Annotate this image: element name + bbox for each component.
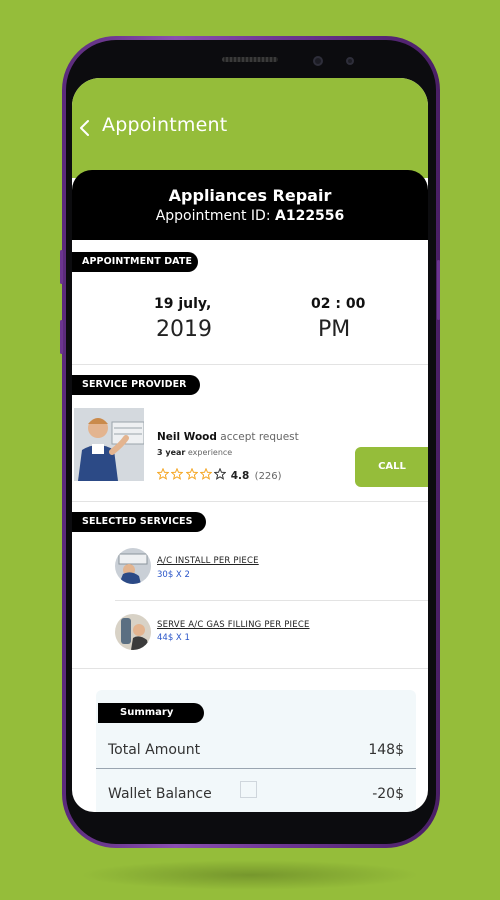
service-thumbnail bbox=[115, 548, 151, 584]
app-bar: Appointment bbox=[72, 78, 428, 178]
rating-value: 4.8 bbox=[230, 470, 250, 482]
experience-value: 3 year bbox=[157, 448, 186, 457]
star-filled-icon bbox=[157, 468, 169, 480]
provider-status: accept request bbox=[220, 431, 299, 443]
service-name: A/C INSTALL PER PIECE bbox=[157, 556, 259, 566]
provider-name-line: Neil Wood accept request bbox=[157, 431, 299, 443]
selected-services-label: SELECTED SERVICES bbox=[72, 512, 206, 532]
earpiece-speaker bbox=[222, 57, 278, 62]
wallet-balance-value: -20$ bbox=[372, 786, 404, 802]
bixby-button bbox=[60, 320, 63, 354]
appointment-id-value: A122556 bbox=[275, 208, 345, 224]
service-price: 44$ X 1 bbox=[157, 633, 190, 643]
star-filled-icon bbox=[185, 468, 198, 480]
appointment-header: Appliances Repair Appointment ID: A12255… bbox=[72, 170, 428, 240]
provider-rating: 4.8 (226) bbox=[157, 468, 282, 482]
service-name: SERVE A/C GAS FILLING PER PIECE bbox=[157, 620, 310, 630]
appointment-date-label: APPOINTMENT DATE bbox=[72, 252, 198, 272]
sensor bbox=[346, 57, 354, 65]
app-screen: Appointment Appliances Repair Appointmen… bbox=[72, 78, 428, 812]
provider-experience: 3 year experience bbox=[157, 448, 232, 457]
call-button[interactable]: CALL bbox=[355, 447, 428, 487]
power-button bbox=[437, 260, 440, 320]
divider bbox=[72, 364, 428, 365]
wallet-balance-label: Wallet Balance bbox=[108, 786, 212, 802]
star-filled-icon bbox=[171, 468, 184, 480]
appointment-id: Appointment ID: A122556 bbox=[72, 208, 428, 224]
appointment-id-label: Appointment ID: bbox=[155, 208, 271, 224]
review-count: (226) bbox=[254, 471, 282, 482]
total-amount-value: 148$ bbox=[368, 742, 404, 758]
service-thumbnail bbox=[115, 614, 151, 650]
time-period: PM bbox=[318, 317, 351, 342]
summary-label: Summary bbox=[98, 703, 204, 723]
page-title: Appointment bbox=[102, 114, 228, 136]
provider-name: Neil Wood bbox=[157, 431, 217, 443]
divider bbox=[72, 501, 428, 502]
total-amount-label: Total Amount bbox=[108, 742, 201, 758]
chevron-left-icon[interactable] bbox=[78, 117, 92, 139]
time-value: 02 : 00 bbox=[311, 296, 366, 312]
service-title: Appliances Repair bbox=[168, 186, 332, 205]
date-year: 2019 bbox=[156, 317, 212, 342]
service-provider-label: SERVICE PROVIDER bbox=[72, 375, 200, 395]
volume-button bbox=[60, 250, 63, 284]
service-price: 30$ X 2 bbox=[157, 570, 190, 580]
front-camera bbox=[313, 56, 323, 66]
wallet-checkbox[interactable] bbox=[240, 781, 257, 798]
phone-shadow bbox=[80, 860, 420, 890]
date-day: 19 july, bbox=[154, 296, 212, 312]
divider bbox=[72, 668, 428, 669]
star-empty-icon bbox=[214, 468, 227, 480]
divider bbox=[115, 600, 428, 601]
experience-label: experience bbox=[187, 448, 233, 457]
provider-avatar bbox=[74, 408, 144, 481]
star-filled-icon bbox=[200, 468, 213, 480]
summary-divider bbox=[96, 768, 416, 769]
